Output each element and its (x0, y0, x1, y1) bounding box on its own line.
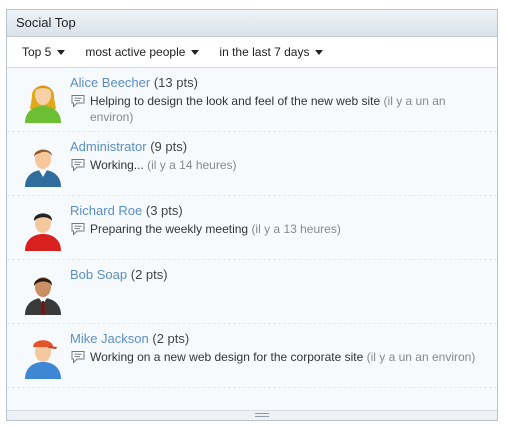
widget-footer (7, 410, 497, 420)
status-message: Helping to design the look and feel of t… (70, 93, 487, 125)
points-count: (2 pts) (130, 267, 168, 282)
top-count-dropdown[interactable]: Top 5 (22, 45, 66, 59)
list-item: Richard Roe (3 pts) Preparing the weekly… (7, 196, 497, 260)
item-content: Alice Beecher (13 pts) Helping to design… (70, 73, 487, 125)
status-text: Preparing the weekly meeting (90, 222, 249, 236)
male-user-avatar[interactable] (19, 139, 67, 187)
item-content: Administrator (9 pts) Working... (il y a… (70, 137, 487, 173)
user-name-link[interactable]: Alice Beecher (70, 75, 150, 90)
status-message: Working on a new web design for the corp… (70, 349, 487, 365)
user-red-shirt-avatar[interactable] (19, 203, 67, 251)
caret-down-icon (191, 50, 200, 55)
points-count: (3 pts) (145, 203, 183, 218)
user-name-link[interactable]: Bob Soap (70, 267, 127, 282)
status-text: Working on a new web design for the corp… (90, 350, 364, 364)
people-list: Alice Beecher (13 pts) Helping to design… (7, 68, 497, 410)
period-label: in the last 7 days (219, 45, 310, 59)
status-text: Working... (90, 158, 144, 172)
points-count: (13 pts) (153, 75, 198, 90)
speech-bubble-icon (71, 351, 85, 364)
filter-bar: Top 5 most active people in the last 7 d… (7, 37, 497, 68)
status-message: Preparing the weekly meeting (il y a 13 … (70, 221, 487, 237)
speech-bubble-icon (71, 95, 85, 108)
points-count: (9 pts) (150, 139, 188, 154)
metric-label: most active people (85, 45, 186, 59)
speech-bubble-icon (71, 159, 85, 172)
status-time: (il y a 13 heures) (251, 222, 341, 236)
metric-dropdown[interactable]: most active people (85, 45, 200, 59)
status-time: (il y a un an environ) (366, 350, 476, 364)
list-item: Mike Jackson (2 pts) Working on a new we… (7, 324, 497, 388)
list-item: Administrator (9 pts) Working... (il y a… (7, 132, 497, 196)
user-cap-avatar[interactable] (19, 331, 67, 379)
speech-bubble-icon (71, 223, 85, 236)
businessman-avatar[interactable] (19, 267, 67, 315)
item-content: Richard Roe (3 pts) Preparing the weekly… (70, 201, 487, 237)
status-message: Working... (il y a 14 heures) (70, 157, 487, 173)
list-item: Bob Soap (2 pts) (7, 260, 497, 324)
item-content: Mike Jackson (2 pts) Working on a new we… (70, 329, 487, 365)
caret-down-icon (57, 50, 66, 55)
widget-header[interactable]: Social Top (7, 10, 497, 37)
widget-title: Social Top (16, 15, 76, 30)
user-name-link[interactable]: Richard Roe (70, 203, 142, 218)
caret-down-icon (315, 50, 324, 55)
resize-grip-icon[interactable] (255, 413, 269, 417)
status-text: Helping to design the look and feel of t… (90, 94, 381, 108)
list-item: Alice Beecher (13 pts) Helping to design… (7, 68, 497, 132)
user-name-link[interactable]: Mike Jackson (70, 331, 149, 346)
top-count-label: Top 5 (22, 45, 52, 59)
points-count: (2 pts) (152, 331, 190, 346)
status-time: (il y a 14 heures) (147, 158, 237, 172)
user-name-link[interactable]: Administrator (70, 139, 147, 154)
item-content: Bob Soap (2 pts) (70, 265, 487, 285)
period-dropdown[interactable]: in the last 7 days (219, 45, 324, 59)
social-top-widget: Social Top Top 5 most active people in t… (6, 9, 498, 421)
female-user-avatar[interactable] (19, 75, 67, 123)
